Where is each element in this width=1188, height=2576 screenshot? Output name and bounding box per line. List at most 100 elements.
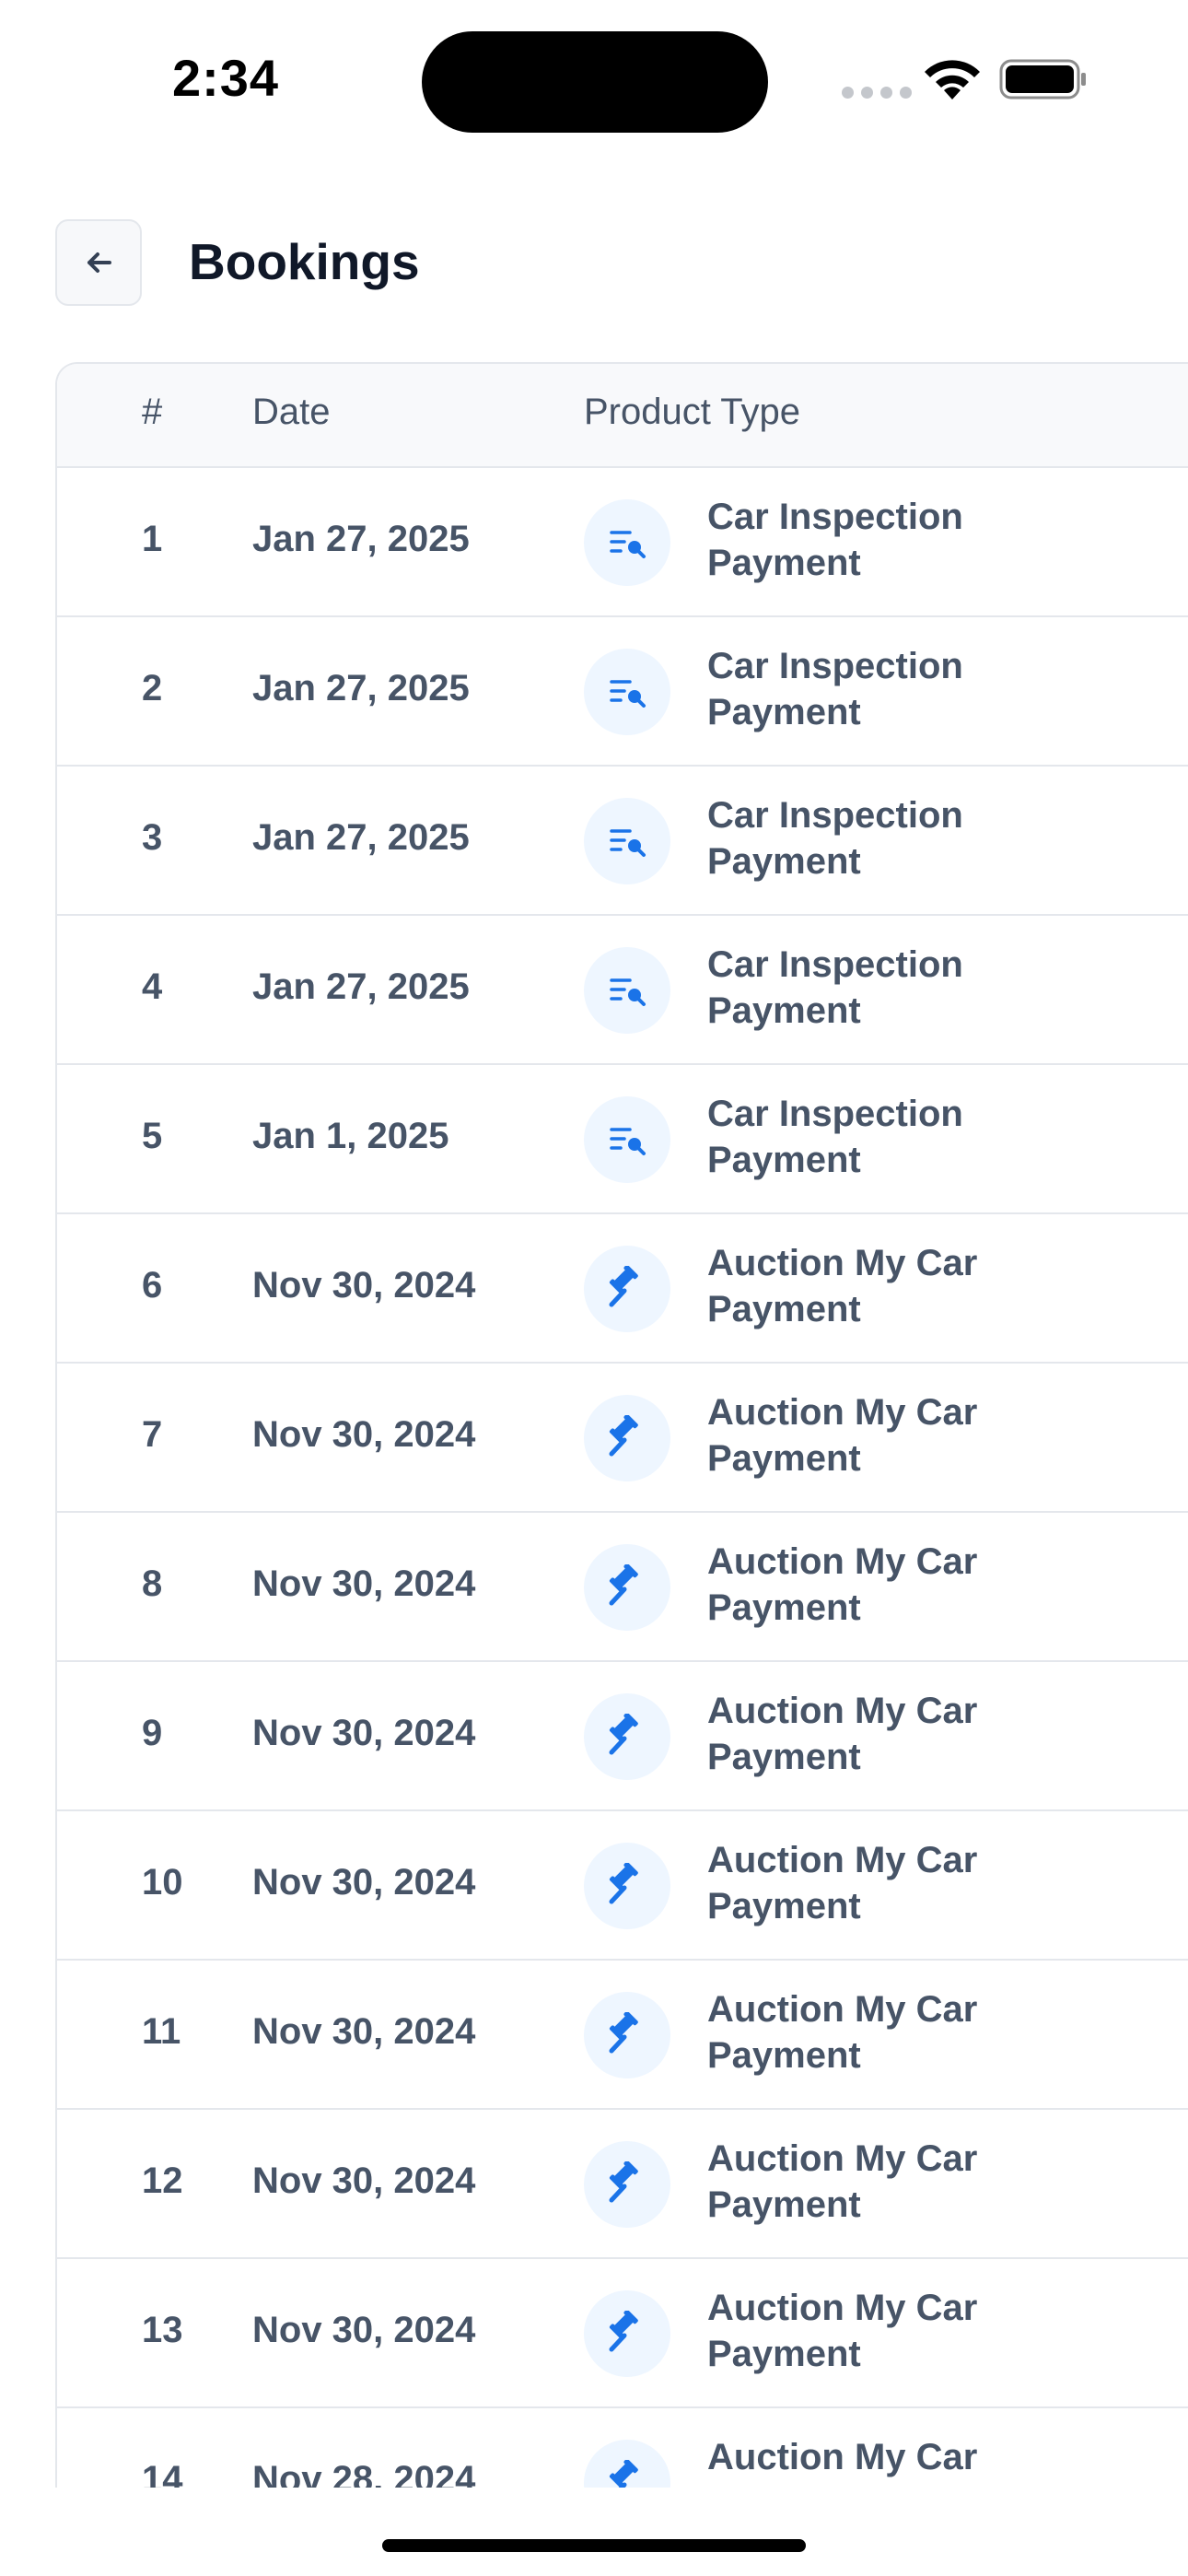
product-type-label: Auction My Car Payment xyxy=(707,1688,1057,1780)
product-type-suffix: Payment xyxy=(707,1886,861,1926)
booking-date: Nov 30, 2024 xyxy=(252,1713,476,1753)
row-number: 13 xyxy=(142,2310,183,2350)
gavel-icon xyxy=(584,1246,670,1332)
product-type-suffix: Payment xyxy=(707,692,861,732)
table-row[interactable]: 14 Nov 28, 2024 Auction My Car Payment xyxy=(57,2408,1188,2488)
booking-date: Jan 27, 2025 xyxy=(252,817,470,858)
product-type-suffix: Payment xyxy=(707,1737,861,1777)
table-row[interactable]: 11 Nov 30, 2024 Auction My Car Payment xyxy=(57,1961,1188,2110)
booking-date: Nov 28, 2024 xyxy=(252,2459,476,2488)
booking-date: Nov 30, 2024 xyxy=(252,1862,476,1903)
status-time: 2:34 xyxy=(171,49,280,107)
inspection-icon xyxy=(584,499,670,586)
product-type-label: Auction My Car Payment xyxy=(707,2434,1057,2488)
home-indicator[interactable] xyxy=(382,2539,806,2552)
product-type-suffix: Payment xyxy=(707,1587,861,1628)
row-number: 14 xyxy=(142,2459,183,2488)
booking-date: Nov 30, 2024 xyxy=(252,1414,476,1455)
product-type-name: Auction My Car xyxy=(707,2288,978,2328)
product-type-label: Car Inspection Payment xyxy=(707,643,1057,735)
gavel-icon xyxy=(584,1843,670,1929)
product-type-label: Auction My Car Payment xyxy=(707,1240,1057,1332)
column-header-number: # xyxy=(142,392,163,432)
column-header-date: Date xyxy=(252,392,331,432)
row-number: 1 xyxy=(142,519,163,559)
product-type-name: Auction My Car xyxy=(707,2437,978,2477)
inspection-icon xyxy=(584,947,670,1034)
arrow-left-icon xyxy=(87,252,111,273)
bookings-screen: 2:34 Bookings # Date Product Type 1 Jan 2… xyxy=(0,0,1188,2576)
product-type-suffix: Payment xyxy=(707,841,861,882)
row-number: 8 xyxy=(142,1563,163,1604)
table-row[interactable]: 4 Jan 27, 2025 Car Inspection Payment xyxy=(57,916,1188,1065)
booking-date: Jan 27, 2025 xyxy=(252,668,470,708)
inspection-icon xyxy=(584,1096,670,1183)
product-type-name: Auction My Car xyxy=(707,1243,978,1283)
gavel-icon xyxy=(584,1693,670,1780)
row-number: 11 xyxy=(142,2011,181,2052)
row-number: 6 xyxy=(142,1265,163,1306)
product-type-name: Auction My Car xyxy=(707,1691,978,1731)
gavel-icon xyxy=(584,2290,670,2377)
table-row[interactable]: 7 Nov 30, 2024 Auction My Car Payment xyxy=(57,1364,1188,1513)
status-bar: 2:34 xyxy=(0,0,1188,157)
product-type-name: Car Inspection xyxy=(707,944,963,985)
product-type-suffix: Payment xyxy=(707,543,861,583)
product-type-label: Auction My Car Payment xyxy=(707,1837,1057,1929)
inspection-icon xyxy=(584,798,670,884)
table-row[interactable]: 3 Jan 27, 2025 Car Inspection Payment xyxy=(57,767,1188,916)
table-row[interactable]: 12 Nov 30, 2024 Auction My Car Payment xyxy=(57,2110,1188,2259)
page-title: Bookings xyxy=(189,233,420,290)
product-type-label: Car Inspection Payment xyxy=(707,792,1057,884)
product-type-suffix: Payment xyxy=(707,990,861,1031)
table-body: 1 Jan 27, 2025 Car Inspection Payment 2 Jan 2… xyxy=(57,468,1188,2488)
gavel-icon xyxy=(584,1992,670,2078)
product-type-name: Auction My Car xyxy=(707,1989,978,2030)
row-number: 4 xyxy=(142,966,163,1007)
cellular-signal-icon xyxy=(842,87,912,99)
product-type-label: Auction My Car Payment xyxy=(707,1986,1057,2078)
product-type-label: Car Inspection Payment xyxy=(707,942,1057,1034)
gavel-icon xyxy=(584,2141,670,2228)
product-type-suffix: Payment xyxy=(707,2334,861,2374)
booking-date: Nov 30, 2024 xyxy=(252,2310,476,2350)
back-button[interactable] xyxy=(55,219,142,306)
product-type-suffix: Payment xyxy=(707,2035,861,2076)
table-row[interactable]: 9 Nov 30, 2024 Auction My Car Payment xyxy=(57,1662,1188,1811)
table-row[interactable]: 13 Nov 30, 2024 Auction My Car Payment xyxy=(57,2259,1188,2408)
booking-date: Nov 30, 2024 xyxy=(252,1265,476,1306)
product-type-name: Auction My Car xyxy=(707,1840,978,1880)
table-row[interactable]: 5 Jan 1, 2025 Car Inspection Payment xyxy=(57,1065,1188,1214)
row-number: 5 xyxy=(142,1116,163,1156)
row-number: 12 xyxy=(142,2160,183,2201)
table-row[interactable]: 1 Jan 27, 2025 Car Inspection Payment xyxy=(57,468,1188,617)
product-type-name: Auction My Car xyxy=(707,2138,978,2179)
product-type-name: Car Inspection xyxy=(707,497,963,537)
bookings-table[interactable]: # Date Product Type 1 Jan 27, 2025 Car Ins… xyxy=(55,362,1188,2488)
product-type-name: Auction My Car xyxy=(707,1392,978,1433)
product-type-label: Auction My Car Payment xyxy=(707,1539,1057,1631)
booking-date: Jan 27, 2025 xyxy=(252,966,470,1007)
inspection-icon xyxy=(584,649,670,735)
booking-date: Nov 30, 2024 xyxy=(252,2011,476,2052)
table-row[interactable]: 10 Nov 30, 2024 Auction My Car Payment xyxy=(57,1811,1188,1961)
product-type-label: Auction My Car Payment xyxy=(707,2136,1057,2228)
dynamic-island xyxy=(422,31,768,133)
booking-date: Nov 30, 2024 xyxy=(252,1563,476,1604)
product-type-name: Car Inspection xyxy=(707,1094,963,1134)
table-row[interactable]: 2 Jan 27, 2025 Car Inspection Payment xyxy=(57,617,1188,767)
table-row[interactable]: 8 Nov 30, 2024 Auction My Car Payment xyxy=(57,1513,1188,1662)
product-type-suffix: Payment xyxy=(707,1289,861,1329)
table-row[interactable]: 6 Nov 30, 2024 Auction My Car Payment xyxy=(57,1214,1188,1364)
booking-date: Nov 30, 2024 xyxy=(252,2160,476,2201)
product-type-suffix: Payment xyxy=(707,2480,1057,2488)
row-number: 7 xyxy=(142,1414,163,1455)
row-number: 2 xyxy=(142,668,163,708)
gavel-icon xyxy=(584,1395,670,1481)
booking-date: Jan 1, 2025 xyxy=(252,1116,449,1156)
product-type-label: Auction My Car Payment xyxy=(707,1389,1057,1481)
product-type-name: Auction My Car xyxy=(707,1541,978,1582)
battery-icon xyxy=(999,59,1086,100)
product-type-name: Car Inspection xyxy=(707,795,963,836)
product-type-name: Car Inspection xyxy=(707,646,963,686)
